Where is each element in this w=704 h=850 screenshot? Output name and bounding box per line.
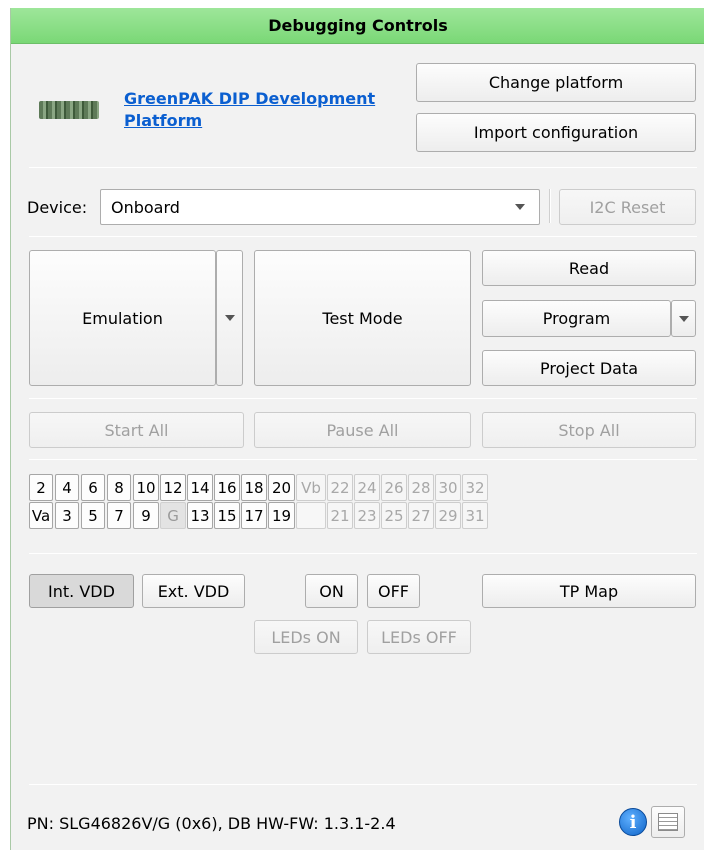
ext-vdd-button[interactable]: Ext. VDD [142,574,245,608]
program-dropdown-button[interactable] [671,300,696,337]
pin-30: 30 [435,474,461,501]
pin-28: 28 [408,474,434,501]
pin-22: 22 [327,474,353,501]
pin-18[interactable]: 18 [241,474,267,501]
pin-ground: G [160,502,186,529]
leds-on-button[interactable]: LEDs ON [254,620,358,654]
divider [29,459,697,460]
test-mode-button[interactable]: Test Mode [254,250,471,386]
pin-29: 29 [435,502,461,529]
emulation-button[interactable]: Emulation [29,250,216,386]
pin-10[interactable]: 10 [133,474,159,501]
tp-map-button[interactable]: TP Map [482,574,696,608]
device-label: Device: [27,198,88,217]
divider [29,398,697,399]
pin-13[interactable]: 13 [187,502,213,529]
import-configuration-button[interactable]: Import configuration [416,113,696,152]
log-sheet-icon [658,813,678,831]
start-all-button[interactable]: Start All [29,412,244,448]
pin-24: 24 [354,474,380,501]
debugging-controls-panel: Debugging Controls GreenPAK DIP Developm… [10,8,704,850]
chevron-down-icon [515,204,525,210]
divider [29,784,697,785]
program-button[interactable]: Program [482,300,671,337]
project-data-button[interactable]: Project Data [482,350,696,386]
pin-14[interactable]: 14 [187,474,213,501]
log-window-icon[interactable] [651,806,685,838]
pin-21: 21 [327,502,353,529]
pause-all-button[interactable]: Pause All [254,412,471,448]
pin-32: 32 [462,474,488,501]
pin-25: 25 [381,502,407,529]
pin-23: 23 [354,502,380,529]
off-button[interactable]: OFF [367,574,420,608]
pin-5[interactable]: 5 [81,502,105,529]
pin-26: 26 [381,474,407,501]
pin-empty [296,502,326,529]
status-text: PN: SLG46826V/G (0x6), DB HW-FW: 1.3.1-2… [27,814,396,833]
pin-6[interactable]: 6 [81,474,105,501]
pin-27: 27 [408,502,434,529]
pin-17[interactable]: 17 [241,502,267,529]
int-vdd-button[interactable]: Int. VDD [29,574,134,608]
device-select-value: Onboard [111,197,180,217]
pin-19[interactable]: 19 [268,502,295,529]
change-platform-button[interactable]: Change platform [416,63,696,102]
pin-vb: Vb [296,474,326,501]
stop-all-button[interactable]: Stop All [482,412,696,448]
platform-link[interactable]: GreenPAK DIP Development Platform [124,88,394,132]
pin-31: 31 [462,502,488,529]
divider [29,236,697,237]
on-button[interactable]: ON [305,574,358,608]
pin-va[interactable]: Va [29,502,53,529]
pin-8[interactable]: 8 [107,474,131,501]
info-icon[interactable]: i [619,808,647,836]
i2c-reset-button[interactable]: I2C Reset [559,189,696,225]
pin-4[interactable]: 4 [55,474,79,501]
device-select[interactable]: Onboard [100,189,540,225]
leds-off-button[interactable]: LEDs OFF [367,620,471,654]
panel-title: Debugging Controls [11,8,704,44]
pin-2[interactable]: 2 [29,474,53,501]
pin-3[interactable]: 3 [55,502,79,529]
pin-16[interactable]: 16 [214,474,240,501]
read-button[interactable]: Read [482,250,696,286]
pin-20[interactable]: 20 [268,474,295,501]
vertical-divider [549,189,551,223]
chevron-down-icon [678,315,689,322]
pin-9[interactable]: 9 [133,502,159,529]
pin-7[interactable]: 7 [107,502,131,529]
chevron-down-icon [224,315,235,321]
pin-15[interactable]: 15 [214,502,240,529]
emulation-dropdown-button[interactable] [216,250,243,386]
pin-12[interactable]: 12 [160,474,186,501]
divider [29,167,697,168]
board-thumbnail-icon [39,101,99,119]
divider [29,553,697,554]
